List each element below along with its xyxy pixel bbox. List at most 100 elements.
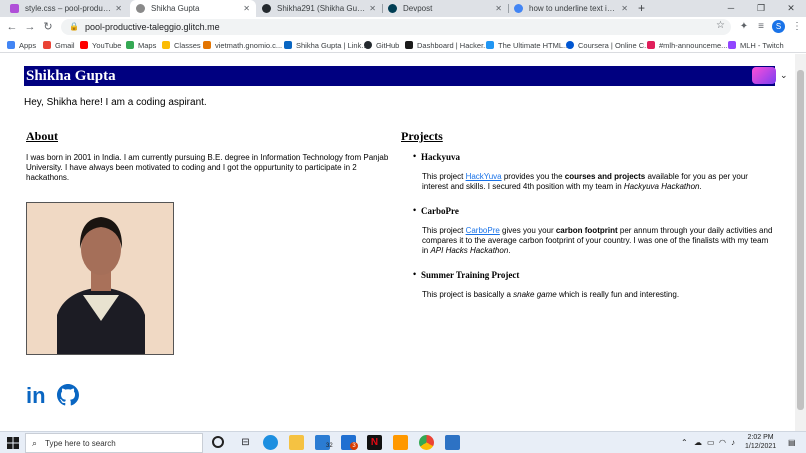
edge-icon[interactable] [263,435,278,450]
site-header: Shikha Gupta [24,66,776,86]
profile-avatar[interactable]: S [772,20,785,33]
tab-github-profile[interactable]: Shikha291 (Shikha Gupta) ✕ [256,0,382,17]
hackerrank-icon [405,41,413,49]
tab-strip: style.css – pool-productive-taleg ✕ Shik… [0,0,806,17]
search-icon: ⌕ [32,437,38,448]
page-viewport: Shikha Gupta ⌄ Hey, Shikha here! I am a … [0,54,795,431]
globe-icon [136,4,145,13]
taskbar: ⌕ Type here to search ⊟ 32 3 N ⌃ ☁ ▭ ◠ ♪… [0,431,806,453]
project-item: CarboPre This project CarboPre gives you… [413,205,773,256]
file-explorer-icon[interactable] [289,435,304,450]
reload-icon[interactable]: ↻ [40,19,56,35]
bookmark-apps[interactable]: Apps [7,39,36,51]
about-text: I was born in 2001 in India. I am curren… [26,153,389,182]
sublime-icon[interactable] [393,435,408,450]
chrome-icon[interactable] [419,435,434,450]
carbopre-link[interactable]: CarboPre [466,226,500,235]
close-icon[interactable]: ✕ [495,4,502,13]
scrollbar-thumb[interactable] [797,70,804,410]
apps-icon [7,41,15,49]
tab-style-css[interactable]: style.css – pool-productive-taleg ✕ [4,0,128,17]
devpost-icon [388,4,397,13]
close-icon[interactable]: ✕ [243,4,250,13]
close-icon[interactable]: ✕ [115,4,122,13]
tab-devpost[interactable]: Devpost ✕ [382,0,508,17]
bookmark-youtube[interactable]: YouTube [80,39,121,51]
maps-icon [126,41,134,49]
volume-icon[interactable]: ♪ [731,438,735,447]
project-description: This project is basically a snake game w… [422,290,680,299]
github-icon [364,41,372,49]
page-scrollbar[interactable] [795,54,806,431]
linkedin-icon [284,41,292,49]
bookmark-coursera[interactable]: Coursera | Online C... [566,39,650,51]
bookmark-classes[interactable]: Classes [162,39,201,51]
glitch-icon [10,4,19,13]
taskbar-search[interactable]: ⌕ Type here to search [25,433,203,453]
bookmark-maps[interactable]: Maps [126,39,156,51]
project-item: Summer Training Project This project is … [413,269,773,300]
extensions-icon[interactable]: ✦ [737,20,751,34]
tab-shikha-gupta[interactable]: Shikha Gupta ✕ [130,0,256,17]
google-icon [514,4,523,13]
url-text: pool-productive-taleggio.glitch.me [85,22,220,32]
menu-icon[interactable]: ⋮ [790,20,804,34]
onedrive-icon[interactable]: ☁ [694,438,702,447]
bookmark-html-guide[interactable]: The Ultimate HTML... [486,39,569,51]
intro-text: Hey, Shikha here! I am a coding aspirant… [24,97,207,108]
bookmark-star-icon[interactable]: ☆ [716,20,725,31]
back-icon[interactable]: ← [4,19,20,35]
cortana-icon[interactable] [212,436,224,448]
site-title: Shikha Gupta [26,68,116,84]
maximize-icon[interactable]: ❐ [746,0,776,17]
bookmark-gmail[interactable]: Gmail [43,39,75,51]
bookmark-hackerrank[interactable]: Dashboard | Hacker... [405,39,489,51]
photos-icon[interactable] [445,435,460,450]
wifi-icon[interactable]: ◠ [719,438,726,447]
logo-icon [752,67,776,84]
projects-heading: Projects [401,129,443,143]
chevron-up-icon[interactable]: ⌃ [681,438,688,447]
close-window-icon[interactable]: ✕ [776,0,806,17]
bookmark-vietmath[interactable]: vietmath.gnomio.c... [203,39,282,51]
app-badge: 3 [350,442,358,450]
gmail-icon [43,41,51,49]
about-heading: About [26,129,59,143]
project-description: This project CarboPre gives you your car… [422,226,773,255]
hackyuva-link[interactable]: HackYuva [466,172,502,181]
forward-icon[interactable]: → [22,19,38,35]
taskbar-clock[interactable]: 2:02 PM 1/12/2021 [745,433,776,451]
chevron-down-icon[interactable]: ⌄ [780,70,788,81]
page-icon [486,41,494,49]
moodle-icon [203,41,211,49]
media-icon[interactable]: ≡ [754,20,768,34]
close-icon[interactable]: ✕ [369,4,376,13]
project-item: Hackyuva This project HackYuva provides … [413,151,773,192]
youtube-icon [80,41,88,49]
bookmark-twitch[interactable]: MLH - Twitch [728,39,784,51]
task-view-icon[interactable]: ⊟ [238,435,253,450]
classroom-icon [162,41,170,49]
new-tab-button[interactable]: + [638,1,645,15]
windows-start-icon[interactable] [7,437,19,449]
linkedin-icon[interactable]: in [26,384,46,408]
bookmark-slack[interactable]: #mlh-announceme... [647,39,727,51]
netflix-icon[interactable]: N [367,435,382,450]
projects-list: Hackyuva This project HackYuva provides … [413,151,773,300]
tab-google-search[interactable]: how to underline text in css - Go ✕ [508,0,634,17]
address-toolbar: ← → ↻ 🔒 pool-productive-taleggio.glitch.… [0,17,806,37]
mail-badge: 32 [326,443,333,449]
github-icon[interactable] [57,384,79,406]
bookmark-linkedin[interactable]: Shikha Gupta | Link... [284,39,368,51]
github-icon [262,4,271,13]
close-icon[interactable]: ✕ [621,4,628,13]
project-description: This project HackYuva provides you the c… [422,172,748,191]
address-bar[interactable]: 🔒 pool-productive-taleggio.glitch.me ☆ [61,19,731,35]
coursera-icon [566,41,574,49]
lock-icon: 🔒 [69,22,79,31]
profile-photo [26,202,174,355]
battery-icon[interactable]: ▭ [707,438,715,447]
bookmark-github[interactable]: GitHub [364,39,399,51]
notifications-icon[interactable]: ▤ [788,438,796,447]
minimize-icon[interactable]: ─ [716,0,746,17]
